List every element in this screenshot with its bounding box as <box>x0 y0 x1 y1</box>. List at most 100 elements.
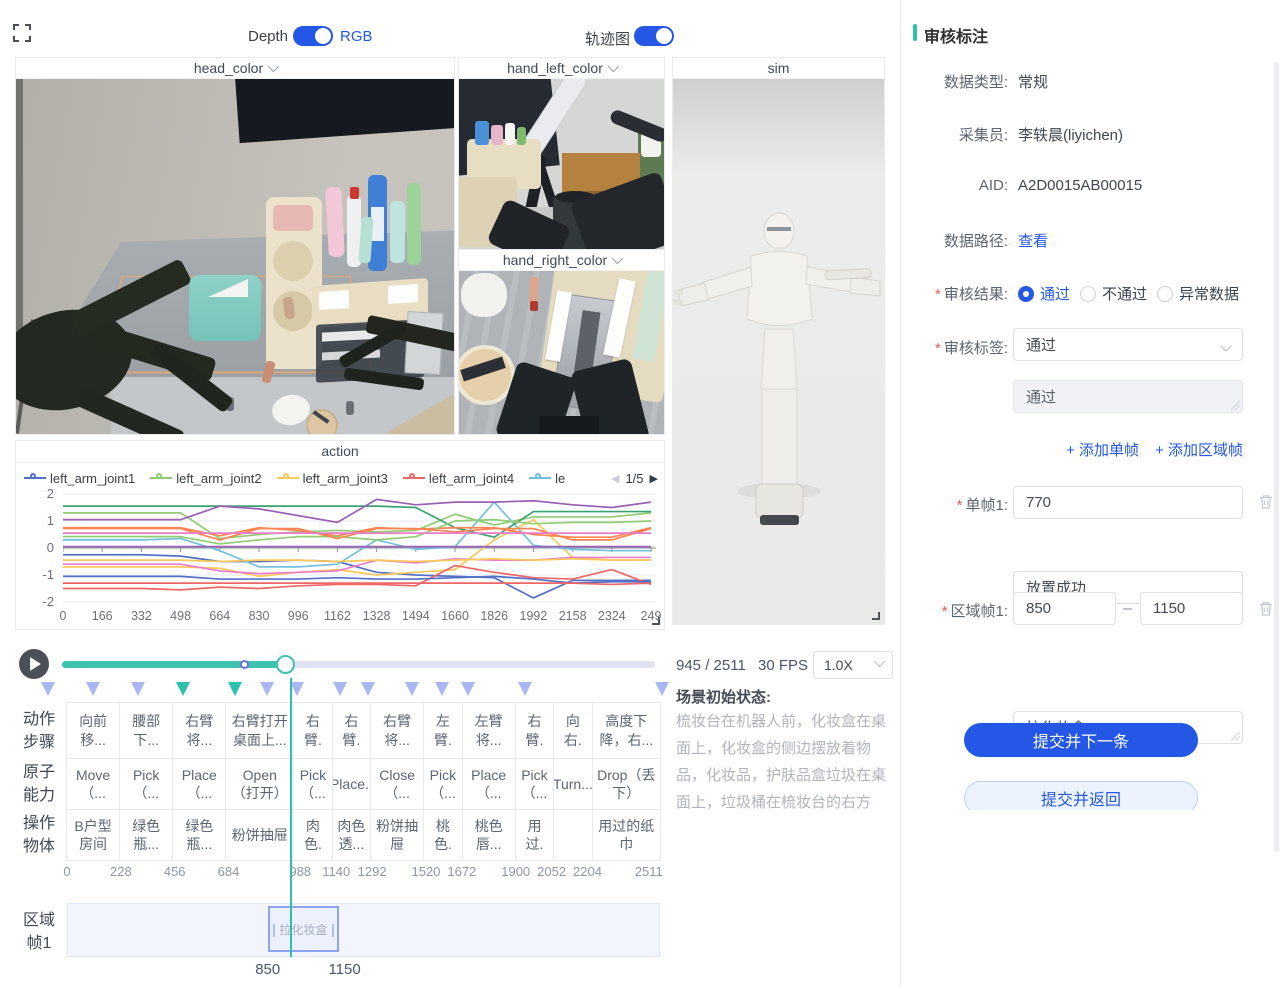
step-marker-icon[interactable] <box>405 682 419 696</box>
speed-select[interactable]: 1.0X <box>813 651 893 679</box>
step-cell: Pick（... <box>293 758 332 810</box>
x-tick: 166 <box>92 609 113 623</box>
step-cell: Pick（... <box>515 758 554 810</box>
frame-axis-label: 228 <box>110 864 132 879</box>
step-marker-icon[interactable] <box>461 682 475 696</box>
scene-state-text: 梳妆台在机器人前，化妆盒在桌面上，化妆盒的侧边摆放着物品，化妆品，护肤品盒垃圾在… <box>676 708 896 816</box>
review-tag-select[interactable]: 通过 <box>1013 328 1243 361</box>
step-cell: Drop（丢下） <box>592 758 661 810</box>
legend-prev-icon[interactable]: ◀ <box>611 472 619 485</box>
sim-robot <box>673 79 884 624</box>
x-tick: 1826 <box>480 609 508 623</box>
step-marker-icon[interactable] <box>435 682 449 696</box>
trajectory-toggle[interactable] <box>634 26 674 46</box>
depth-rgb-toggle[interactable] <box>293 26 333 46</box>
timeline-slider[interactable] <box>62 661 655 668</box>
frame-axis: 0228456684988114012921520167219002052220… <box>67 864 660 880</box>
step-marker-icon[interactable] <box>86 682 100 696</box>
timeline-handle[interactable] <box>276 655 295 674</box>
x-tick: 2158 <box>559 609 587 623</box>
fullscreen-icon[interactable] <box>13 24 31 42</box>
region-handle-right[interactable] <box>332 924 334 937</box>
submit-back-button[interactable]: 提交并返回 <box>964 781 1198 810</box>
step-marker-icon[interactable] <box>333 682 347 696</box>
radio-label: 不通过 <box>1102 283 1147 304</box>
submit-back-clip: 提交并返回 <box>901 781 1280 810</box>
legend-item[interactable]: left_arm_joint3 <box>277 471 388 486</box>
head-camera-selector[interactable]: head_color <box>16 58 454 79</box>
sim-panel: sim <box>672 57 885 625</box>
step-marker-row <box>15 682 675 698</box>
step-cell: 左臂将... <box>462 702 516 759</box>
region-handle-left[interactable] <box>273 924 275 937</box>
playhead-line <box>290 678 292 957</box>
single-frame-input[interactable]: 770 <box>1013 486 1243 519</box>
step-marker-icon[interactable] <box>176 682 190 696</box>
add-region-frame-link[interactable]: + 添加区域帧 <box>1155 439 1243 460</box>
y-tick: -1 <box>24 567 54 582</box>
table-row: Move（...Pick（...Place（...Open（打开）Pick（..… <box>67 758 661 810</box>
frame-axis-label: 1520 <box>411 864 440 879</box>
region-track-bar[interactable]: 拉化妆盒 <box>67 903 660 957</box>
review-tag-note-textarea[interactable]: 通过 <box>1013 380 1243 413</box>
step-cell: 绿色瓶... <box>172 809 226 861</box>
radio-option[interactable]: 通过 <box>1018 283 1070 304</box>
step-marker-icon[interactable] <box>131 682 145 696</box>
radio-option[interactable]: 异常数据 <box>1157 283 1239 304</box>
region-block[interactable]: 拉化妆盒 <box>268 906 339 952</box>
region-end-input[interactable]: 1150 <box>1140 592 1243 625</box>
step-cell: 桃色唇... <box>462 809 516 861</box>
region-start-input[interactable]: 850 <box>1013 592 1116 625</box>
hand-right-camera-selector[interactable]: hand_right_color <box>459 250 664 271</box>
radio-circle-icon[interactable] <box>1080 286 1096 302</box>
frame-axis-label: 1900 <box>501 864 530 879</box>
sim-resize-handle[interactable] <box>872 612 880 620</box>
chart-plot <box>63 489 656 609</box>
play-button[interactable] <box>19 649 49 679</box>
series-right_arm_joint5 <box>63 559 651 562</box>
delete-single-frame-icon[interactable] <box>1258 493 1274 510</box>
step-cell: Turn... <box>553 758 592 810</box>
radio-option[interactable]: 不通过 <box>1080 283 1147 304</box>
hand-right-camera-panel: hand_right_color <box>458 249 665 435</box>
step-marker-icon[interactable] <box>260 682 274 696</box>
view-link[interactable]: 查看 <box>1018 230 1048 251</box>
action-chart-panel: action left_arm_joint1left_arm_joint2lef… <box>15 440 665 630</box>
delete-region-frame-icon[interactable] <box>1258 600 1274 617</box>
textarea-resize-handle[interactable] <box>1231 732 1240 741</box>
table-row: B户型房间绿色瓶...绿色瓶...粉饼抽屉肉色.肉色透...粉饼抽屉桃色.桃色唇… <box>67 809 661 861</box>
legend-item[interactable]: left_arm_joint2 <box>150 471 261 486</box>
radio-circle-icon[interactable] <box>1018 286 1034 302</box>
review-tag-label: *审核标签: <box>913 337 1008 358</box>
legend-item[interactable]: left_arm_joint4 <box>403 471 514 486</box>
x-tick: 1328 <box>363 609 391 623</box>
step-cell <box>553 809 592 861</box>
step-marker-icon[interactable] <box>655 682 669 696</box>
step-marker-icon[interactable] <box>228 682 242 696</box>
step-cell: 左臂. <box>423 702 462 759</box>
legend-item[interactable]: le <box>529 471 565 486</box>
head-camera-label: head_color <box>194 60 263 76</box>
sim-view-header: sim <box>673 58 884 79</box>
timeline-progress <box>62 661 285 668</box>
hand-left-camera-selector[interactable]: hand_left_color <box>459 58 664 79</box>
legend-next-icon[interactable]: ▶ <box>650 472 658 485</box>
radio-circle-icon[interactable] <box>1157 286 1173 302</box>
frame-axis-label: 2052 <box>537 864 566 879</box>
step-marker-icon[interactable] <box>361 682 375 696</box>
step-cell: 用过. <box>515 809 554 861</box>
step-marker-icon[interactable] <box>41 682 55 696</box>
y-tick: 1 <box>24 513 54 528</box>
step-marker-icon[interactable] <box>518 682 532 696</box>
submit-next-button[interactable]: 提交并下一条 <box>964 723 1198 757</box>
trajectory-label: 轨迹图 <box>585 28 630 49</box>
panel-scrollbar[interactable] <box>1274 62 1279 852</box>
add-single-frame-link[interactable]: + 添加单帧 <box>1066 439 1139 460</box>
y-tick: 0 <box>24 540 54 555</box>
x-tick: 830 <box>249 609 270 623</box>
legend-item[interactable]: left_arm_joint1 <box>24 471 135 486</box>
region-frame-label: *区域帧1: <box>913 600 1008 621</box>
data-type-row: 数据类型: 常规 <box>913 71 1269 92</box>
review-result-options: 通过 不通过异常数据 <box>1018 283 1239 304</box>
textarea-resize-handle[interactable] <box>1231 401 1240 410</box>
